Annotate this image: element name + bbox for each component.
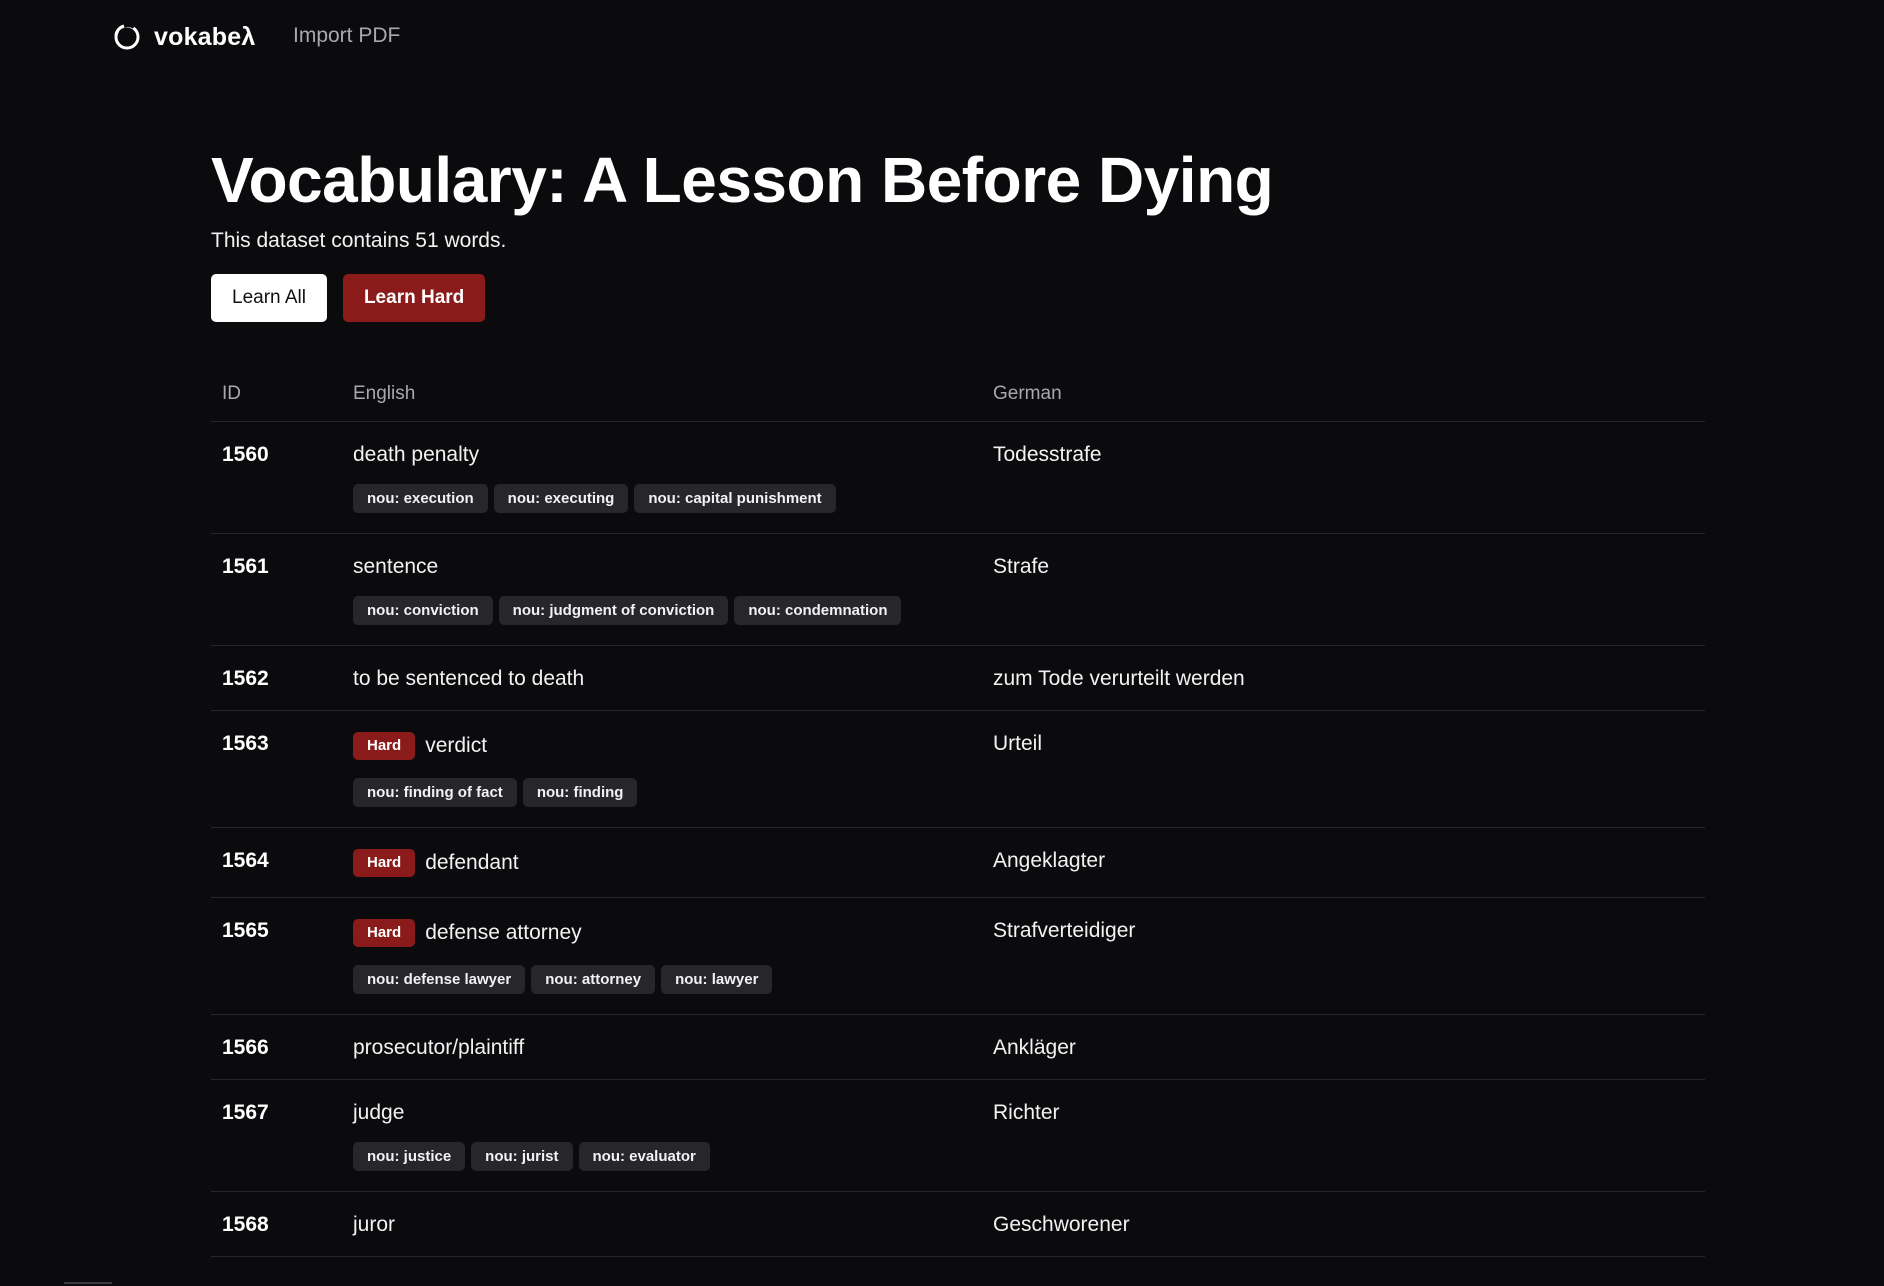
synonym-tag: nou: conviction	[353, 595, 493, 625]
brand-name: vokabeλ	[154, 22, 256, 51]
synonym-tag: nou: execution	[353, 483, 488, 513]
page-title: Vocabulary: A Lesson Before Dying	[211, 144, 1274, 216]
word-id: 1560	[211, 421, 342, 534]
english-cell: Hard verdict nou: finding of fact nou: find…	[342, 710, 982, 828]
word-id: 1562	[211, 645, 342, 711]
english-line: juror	[353, 1213, 982, 1236]
english-line: death penalty	[353, 443, 982, 466]
english-cell: Hard defense attorney nou: defense lawyer n…	[342, 897, 982, 1015]
table-body: 1560 death penalty nou: execution nou: exec…	[211, 421, 1705, 1257]
learn-hard-button[interactable]: Learn Hard	[342, 274, 486, 322]
word-id: 1563	[211, 710, 342, 828]
column-header-german: German	[982, 368, 1705, 422]
english-word: sentence	[353, 554, 439, 578]
synonym-tag: nou: justice	[353, 1141, 466, 1171]
action-buttons: Learn All Learn Hard	[211, 274, 1705, 322]
english-word: defense attorney	[425, 921, 582, 944]
english-line: Hard defendant	[353, 848, 982, 877]
german-word: Richter	[982, 1079, 1705, 1192]
import-pdf-link[interactable]: Import PDF	[293, 24, 400, 48]
german-word: Strafe	[982, 533, 1705, 646]
english-word: juror	[353, 1212, 396, 1236]
synonym-tag: nou: condemnation	[734, 595, 902, 625]
synonym-tag: nou: attorney	[531, 964, 656, 994]
synonym-tags: nou: defense lawyer nou: attorney nou: law…	[353, 964, 982, 994]
english-word: verdict	[425, 734, 488, 757]
english-line: prosecutor/plaintiff	[353, 1036, 982, 1059]
column-header-id: ID	[211, 368, 342, 422]
table-header-row: ID English German	[211, 368, 1705, 422]
synonym-tag: nou: judgment of conviction	[498, 595, 729, 625]
synonym-tag: nou: capital punishment	[634, 483, 836, 513]
english-line: sentence	[353, 555, 982, 578]
word-id: 1568	[211, 1191, 342, 1257]
synonym-tags: nou: finding of fact nou: finding	[353, 777, 982, 807]
hard-badge: Hard	[353, 731, 416, 760]
learn-all-button[interactable]: Learn All	[211, 274, 327, 322]
german-word: Strafverteidiger	[982, 897, 1705, 1015]
brand-logo[interactable]: vokabeλ	[112, 22, 255, 52]
table-row[interactable]: 1564 Hard defendant Angeklagter	[211, 827, 1705, 898]
english-word: death penalty	[353, 442, 480, 466]
main-content: Vocabulary: A Lesson Before Dying This d…	[211, 140, 1705, 1257]
german-word: Angeklagter	[982, 827, 1705, 898]
table-row[interactable]: 1567 judge nou: justice nou: jurist nou: eva…	[211, 1079, 1705, 1192]
synonym-tag: nou: executing	[493, 483, 629, 513]
english-cell: prosecutor/plaintiff	[342, 1014, 982, 1080]
german-word: Geschworener	[982, 1191, 1705, 1257]
english-line: judge	[353, 1101, 982, 1124]
synonym-tag: nou: evaluator	[578, 1141, 710, 1171]
table-row[interactable]: 1565 Hard defense attorney nou: defense law…	[211, 897, 1705, 1015]
english-cell: judge nou: justice nou: jurist nou: evaluat…	[342, 1079, 982, 1192]
scrollbar-hint	[64, 1282, 112, 1284]
hard-badge: Hard	[353, 848, 416, 877]
english-line: to be sentenced to death	[353, 667, 982, 690]
word-id: 1566	[211, 1014, 342, 1080]
word-id: 1561	[211, 533, 342, 646]
english-word: prosecutor/plaintiff	[353, 1035, 525, 1059]
german-word: Ankläger	[982, 1014, 1705, 1080]
synonym-tags: nou: justice nou: jurist nou: evaluator	[353, 1141, 982, 1171]
german-word: Urteil	[982, 710, 1705, 828]
word-id: 1565	[211, 897, 342, 1015]
vocabulary-table: ID English German 1560 death penalty nou: …	[211, 368, 1705, 1257]
word-id: 1567	[211, 1079, 342, 1192]
table-row[interactable]: 1562 to be sentenced to death zum Tode ver…	[211, 645, 1705, 711]
synonym-tags: nou: conviction nou: judgment of convicti…	[353, 595, 982, 625]
german-word: zum Tode verurteilt werden	[982, 645, 1705, 711]
dataset-summary: This dataset contains 51 words.	[211, 229, 507, 252]
english-cell: death penalty nou: execution nou: executin…	[342, 421, 982, 534]
english-line: Hard verdict	[353, 731, 982, 760]
english-cell: juror	[342, 1191, 982, 1257]
english-cell: sentence nou: conviction nou: judgment of …	[342, 533, 982, 646]
table-row[interactable]: 1561 sentence nou: conviction nou: judgment…	[211, 533, 1705, 646]
top-nav: vokabeλ Import PDF	[0, 0, 1884, 76]
synonym-tag: nou: lawyer	[661, 964, 773, 994]
synonym-tag: nou: finding	[522, 777, 638, 807]
table-row[interactable]: 1568 juror Geschworener	[211, 1191, 1705, 1257]
word-id: 1564	[211, 827, 342, 898]
english-word: judge	[353, 1100, 405, 1124]
table-row[interactable]: 1563 Hard verdict nou: finding of fact nou: …	[211, 710, 1705, 828]
table-row[interactable]: 1560 death penalty nou: execution nou: exec…	[211, 421, 1705, 534]
english-word: to be sentenced to death	[353, 666, 585, 690]
circle-logo-icon	[114, 23, 140, 50]
english-line: Hard defense attorney	[353, 918, 982, 947]
english-word: defendant	[425, 851, 519, 874]
table-row[interactable]: 1566 prosecutor/plaintiff Ankläger	[211, 1014, 1705, 1080]
hard-badge: Hard	[353, 918, 416, 947]
synonym-tag: nou: finding of fact	[353, 777, 517, 807]
english-cell: Hard defendant	[342, 827, 982, 898]
column-header-english: English	[342, 368, 982, 422]
english-cell: to be sentenced to death	[342, 645, 982, 711]
synonym-tag: nou: jurist	[471, 1141, 573, 1171]
synonym-tags: nou: execution nou: executing nou: capital…	[353, 483, 982, 513]
synonym-tag: nou: defense lawyer	[353, 964, 526, 994]
german-word: Todesstrafe	[982, 421, 1705, 534]
